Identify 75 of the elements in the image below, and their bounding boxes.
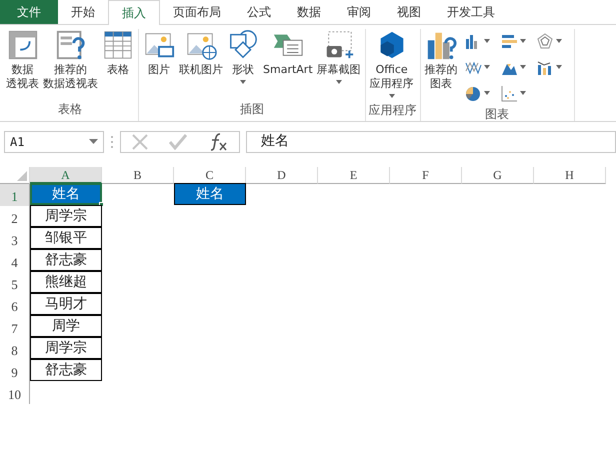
row-header[interactable]: 10 [0, 382, 30, 404]
caret-icon [520, 39, 526, 43]
scatter-chart-icon [500, 84, 518, 102]
column-header[interactable]: H [534, 167, 606, 184]
pie-chart-icon [464, 84, 482, 102]
table-cell[interactable]: 熊继超 [30, 271, 102, 293]
caret-icon [520, 65, 526, 69]
shapes-icon [227, 29, 259, 61]
formula-field[interactable]: 姓名 [246, 130, 616, 152]
recommended-pivot-icon [54, 29, 86, 61]
table-cell[interactable]: 马明才 [30, 293, 102, 315]
bar-chart-icon [500, 32, 518, 50]
column-header[interactable]: E [318, 167, 390, 184]
ribbon-tab[interactable]: 页面布局 [160, 0, 234, 24]
ribbon-button[interactable]: SmartArt [262, 29, 314, 100]
ribbon-button[interactable]: Office 应用程序 [368, 29, 415, 101]
row-header[interactable]: 5 [0, 272, 30, 294]
row-header[interactable]: 7 [0, 316, 30, 338]
row-header[interactable]: 1 [0, 184, 30, 206]
table-cell[interactable]: 姓名 [30, 183, 102, 205]
name-box-value: A1 [10, 134, 24, 150]
caret-icon [556, 65, 562, 69]
group-label: 插图 [238, 101, 265, 118]
caret-icon [484, 65, 490, 69]
insert-function-icon[interactable] [208, 132, 228, 150]
table-cell[interactable]: 舒志豪 [30, 359, 102, 381]
caret-icon [520, 91, 526, 95]
ribbon-button[interactable]: 图片 [142, 29, 176, 100]
ribbon-button[interactable]: 推荐的 数据透视表 [42, 29, 99, 100]
column-header[interactable]: D [246, 167, 318, 184]
table-cell[interactable]: 姓名 [174, 183, 246, 205]
group-label: 应用程序 [368, 102, 417, 119]
table-cell[interactable]: 邹银平 [30, 227, 102, 249]
ribbon-tab[interactable]: 数据 [284, 0, 334, 24]
row-header[interactable]: 4 [0, 250, 30, 272]
caret-icon [484, 39, 490, 43]
column-header[interactable]: A [30, 167, 102, 184]
name-box[interactable]: A1 [4, 130, 104, 152]
ribbon-button[interactable]: 屏幕截图 [316, 29, 362, 100]
ribbon-button[interactable]: 数据 透视表 [5, 29, 40, 100]
formula-value: 姓名 [261, 132, 289, 151]
ribbon-tab[interactable]: 公式 [234, 0, 284, 24]
caret-icon [484, 91, 490, 95]
column-header[interactable]: B [102, 167, 174, 184]
radar-chart-icon [536, 32, 554, 50]
table-cell[interactable]: 周学宗 [30, 337, 102, 359]
ribbon-tab[interactable]: 开始 [58, 0, 108, 24]
table-icon [102, 29, 134, 61]
table-cell[interactable]: 周学宗 [30, 205, 102, 227]
dropdown-arrow-icon [89, 139, 98, 144]
grip-icon [110, 134, 114, 148]
ribbon-tab[interactable]: 插入 [108, 0, 160, 25]
table-cell[interactable]: 舒志豪 [30, 249, 102, 271]
ribbon-button[interactable]: 联机图片 [178, 29, 224, 100]
fill-handle[interactable] [99, 202, 104, 207]
group-label: 图表 [484, 106, 510, 123]
ribbon-tab[interactable]: 视图 [384, 0, 434, 24]
row-header[interactable]: 6 [0, 294, 30, 316]
ribbon-button[interactable]: 表格 [101, 29, 135, 100]
ribbon-button[interactable]: 形状 [226, 29, 260, 100]
row-header[interactable]: 9 [0, 360, 30, 382]
corner-triangle-icon [17, 171, 27, 181]
group-label: 表格 [57, 101, 83, 118]
table-cell[interactable]: 周学 [30, 315, 102, 337]
ribbon-tab[interactable]: 开发工具 [434, 0, 508, 24]
ribbon-tab[interactable]: 审阅 [334, 0, 384, 24]
combo-chart-icon [536, 58, 554, 76]
column-header[interactable]: F [390, 167, 462, 184]
row-header[interactable]: 3 [0, 228, 30, 250]
file-tab[interactable]: 文件 [0, 0, 58, 24]
column-header[interactable]: G [462, 167, 534, 184]
row-header[interactable]: 2 [0, 206, 30, 228]
caret-icon [556, 39, 562, 43]
ribbon-button[interactable]: 推荐的 图表 [424, 29, 459, 105]
row-header[interactable]: 8 [0, 338, 30, 360]
